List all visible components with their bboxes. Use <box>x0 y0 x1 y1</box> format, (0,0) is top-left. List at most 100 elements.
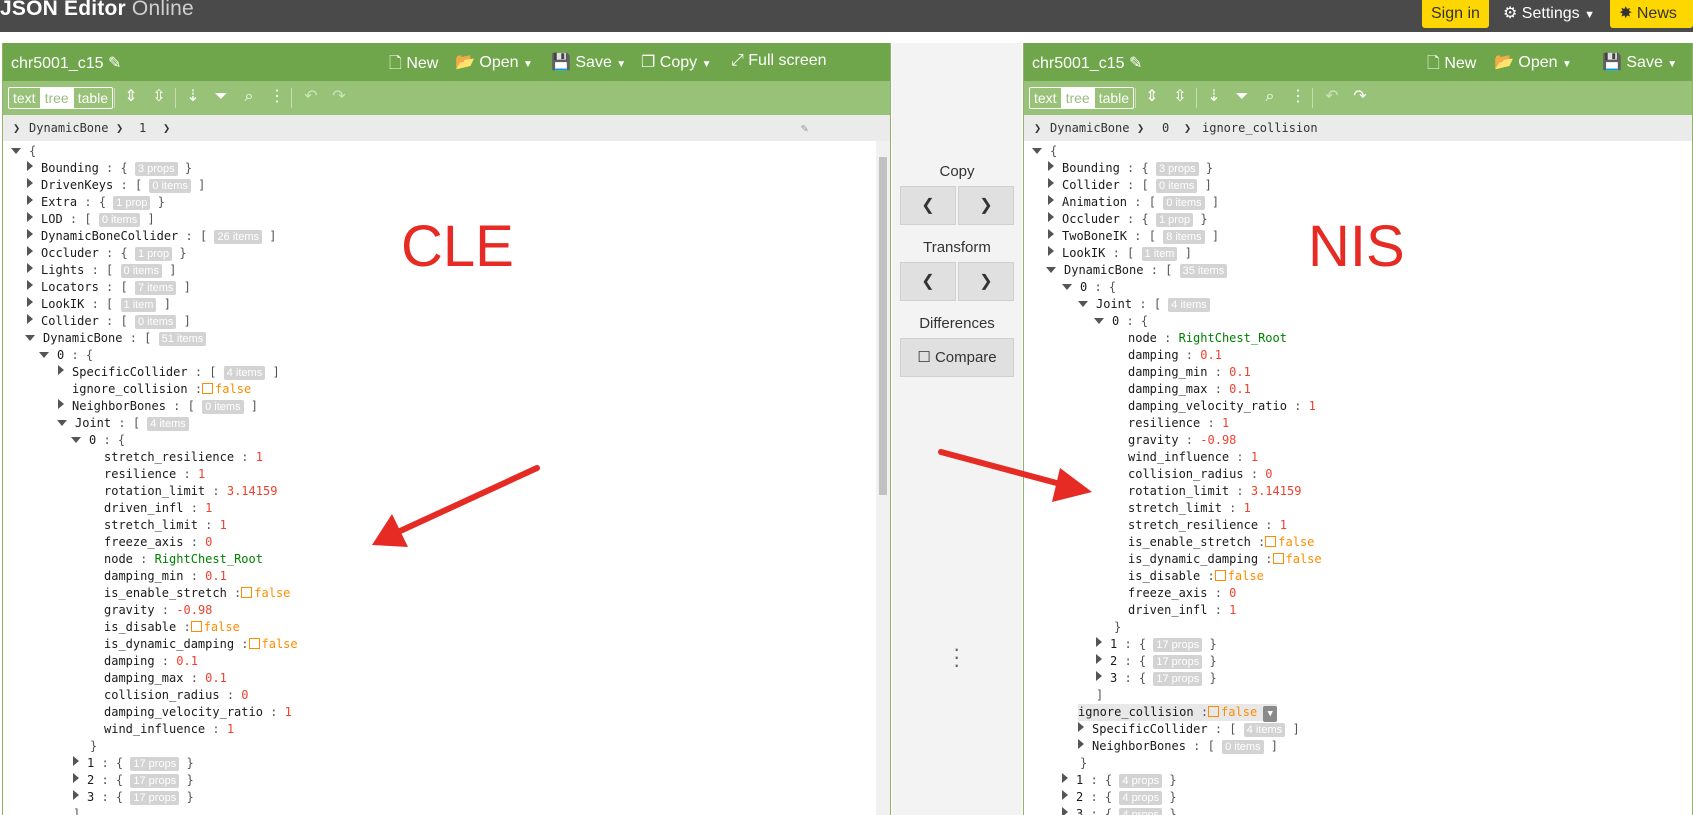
dropdown-menu-icon[interactable]: ▼ <box>1263 706 1278 722</box>
copy-button[interactable]: ❐ Copy ▼ <box>641 52 712 72</box>
breadcrumb-item[interactable]: DynamicBone <box>29 121 108 135</box>
tree-row[interactable]: 0 : { <box>1094 313 1148 330</box>
checkbox-icon[interactable] <box>190 621 202 632</box>
expand-triangle-icon[interactable] <box>1062 807 1068 815</box>
breadcrumb-item[interactable]: DynamicBone <box>1050 121 1129 135</box>
key-label[interactable]: driven_infl <box>104 501 183 515</box>
count-badge[interactable]: 4 items <box>223 366 266 380</box>
tree-row[interactable]: damping_max : 0.1 <box>1128 381 1251 398</box>
key-label[interactable]: wind_influence <box>1128 450 1229 464</box>
number-value[interactable]: 0.1 <box>176 654 198 668</box>
tree-row[interactable]: SpecificCollider : [ 4 items ] <box>58 364 280 381</box>
scrollbar-thumb[interactable] <box>879 157 887 495</box>
boolean-value[interactable]: false <box>1265 535 1314 549</box>
collapse-triangle-icon[interactable] <box>1094 318 1104 324</box>
checkbox-icon[interactable] <box>1272 553 1284 564</box>
key-label[interactable]: Occluder <box>1062 212 1120 226</box>
mode-table[interactable]: table <box>1093 88 1133 108</box>
mode-tree[interactable]: tree <box>1060 88 1094 108</box>
tree-row[interactable]: damping : 0.1 <box>1128 347 1222 364</box>
collapse-triangle-icon[interactable] <box>1078 301 1088 307</box>
key-label[interactable]: NeighborBones <box>1092 739 1186 753</box>
expand-triangle-icon[interactable] <box>73 756 79 766</box>
expand-triangle-icon[interactable] <box>1048 246 1054 256</box>
tree-row[interactable]: rotation_limit : 3.14159 <box>1128 483 1301 500</box>
expand-triangle-icon[interactable] <box>27 280 33 290</box>
tree-row[interactable]: ] <box>1096 687 1103 704</box>
count-badge[interactable]: 1 item <box>1141 247 1178 261</box>
number-value[interactable]: 1 <box>256 450 263 464</box>
tree-row[interactable]: Bounding : { 3 props } <box>27 160 192 177</box>
string-value[interactable]: RightChest_Root <box>1179 331 1287 345</box>
collapse-triangle-icon[interactable] <box>71 437 81 443</box>
key-label[interactable]: is_dynamic_damping <box>1128 552 1258 566</box>
expand-triangle-icon[interactable] <box>58 365 64 375</box>
expand-triangle-icon[interactable] <box>1096 637 1102 647</box>
key-label[interactable]: damping <box>1128 348 1179 362</box>
number-value[interactable]: 1 <box>227 722 234 736</box>
tree-row[interactable]: DynamicBone : [ 51 items <box>25 330 207 347</box>
tree-row[interactable]: stretch_resilience : 1 <box>1128 517 1287 534</box>
tree-row[interactable]: NeighborBones : [ 0 items ] <box>58 398 258 415</box>
key-label[interactable]: Bounding <box>1062 161 1120 175</box>
count-badge[interactable]: 1 item <box>120 298 157 312</box>
key-label[interactable]: damping <box>104 654 155 668</box>
mode-table[interactable]: table <box>72 88 112 108</box>
checkbox-icon[interactable] <box>202 383 214 394</box>
tree-row[interactable]: Occluder : { 1 prop } <box>27 245 187 262</box>
count-badge[interactable]: 0 items <box>120 264 162 278</box>
copy-right-button[interactable]: ❯ <box>958 186 1014 225</box>
key-label[interactable]: gravity <box>104 603 155 617</box>
string-value[interactable]: RightChest_Root <box>155 552 263 566</box>
expand-triangle-icon[interactable] <box>1048 178 1054 188</box>
expand-triangle-icon[interactable] <box>27 161 33 171</box>
number-value[interactable]: 3.14159 <box>227 484 278 498</box>
expand-triangle-icon[interactable] <box>1078 722 1084 732</box>
mode-tree[interactable]: tree <box>39 88 73 108</box>
save-button[interactable]: 💾 Save ▼ <box>1602 52 1677 72</box>
expand-all-icon[interactable]: ⇕ <box>121 87 141 107</box>
tree-row[interactable]: 3 : { 17 props } <box>1096 670 1217 687</box>
new-button[interactable]: 🗋 New <box>389 52 438 79</box>
number-value[interactable]: 3.14159 <box>1251 484 1302 498</box>
key-label[interactable]: is_dynamic_damping <box>104 637 234 651</box>
tree-row[interactable]: Joint : [ 4 items <box>57 415 189 432</box>
key-label[interactable]: node <box>104 552 133 566</box>
file-name[interactable]: chr5001_c15 ✎ <box>1032 53 1142 73</box>
edit-icon[interactable]: ✎ <box>801 121 808 135</box>
collapse-triangle-icon[interactable] <box>1046 267 1056 273</box>
tree-row[interactable]: 0 : { <box>71 432 125 449</box>
tree-row[interactable]: damping_max : 0.1 <box>104 670 227 687</box>
checkbox-icon[interactable] <box>1214 570 1226 581</box>
count-badge[interactable]: 0 items <box>1163 196 1205 210</box>
tree-row[interactable]: 2 : { 17 props } <box>1096 653 1217 670</box>
chevron-right-icon[interactable]: ❯ <box>116 121 123 135</box>
count-badge[interactable]: 17 props <box>130 791 180 805</box>
boolean-value[interactable]: false <box>1272 552 1322 566</box>
tree-row[interactable]: wind_influence : 1 <box>1128 449 1258 466</box>
key-label[interactable]: DynamicBone <box>1064 263 1143 277</box>
tree-row[interactable]: stretch_resilience : 1 <box>104 449 263 466</box>
key-label[interactable]: is_enable_stretch <box>104 586 227 600</box>
count-badge[interactable]: 8 items <box>1163 230 1205 244</box>
number-value[interactable]: 1 <box>1222 416 1229 430</box>
tree-row[interactable]: ] <box>73 806 80 815</box>
more-icon[interactable]: ⋮ <box>1288 87 1308 107</box>
count-badge[interactable]: 26 items <box>214 230 263 244</box>
count-badge[interactable]: 1 prop <box>1155 213 1194 227</box>
expand-triangle-icon[interactable] <box>27 297 33 307</box>
tree-row[interactable]: 1 : { 17 props } <box>1096 636 1217 653</box>
key-label[interactable]: TwoBoneIK <box>1062 229 1127 243</box>
key-label[interactable]: is_disable <box>104 620 176 634</box>
chevron-right-icon[interactable]: ❯ <box>1034 121 1041 135</box>
search-icon[interactable]: ⌕ <box>1260 87 1280 107</box>
key-label[interactable]: is_enable_stretch <box>1128 535 1251 549</box>
tree-row[interactable]: Animation : [ 0 items ] <box>1048 194 1219 211</box>
tree-row[interactable]: is_disable : false <box>104 619 240 636</box>
tree-row[interactable]: node : RightChest_Root <box>104 551 263 568</box>
key-label[interactable]: node <box>1128 331 1157 345</box>
count-badge[interactable]: 51 items <box>158 332 207 346</box>
copy-left-button[interactable]: ❮ <box>900 186 956 225</box>
number-value[interactable]: 0.1 <box>1229 382 1251 396</box>
tree-row[interactable]: gravity : -0.98 <box>104 602 212 619</box>
